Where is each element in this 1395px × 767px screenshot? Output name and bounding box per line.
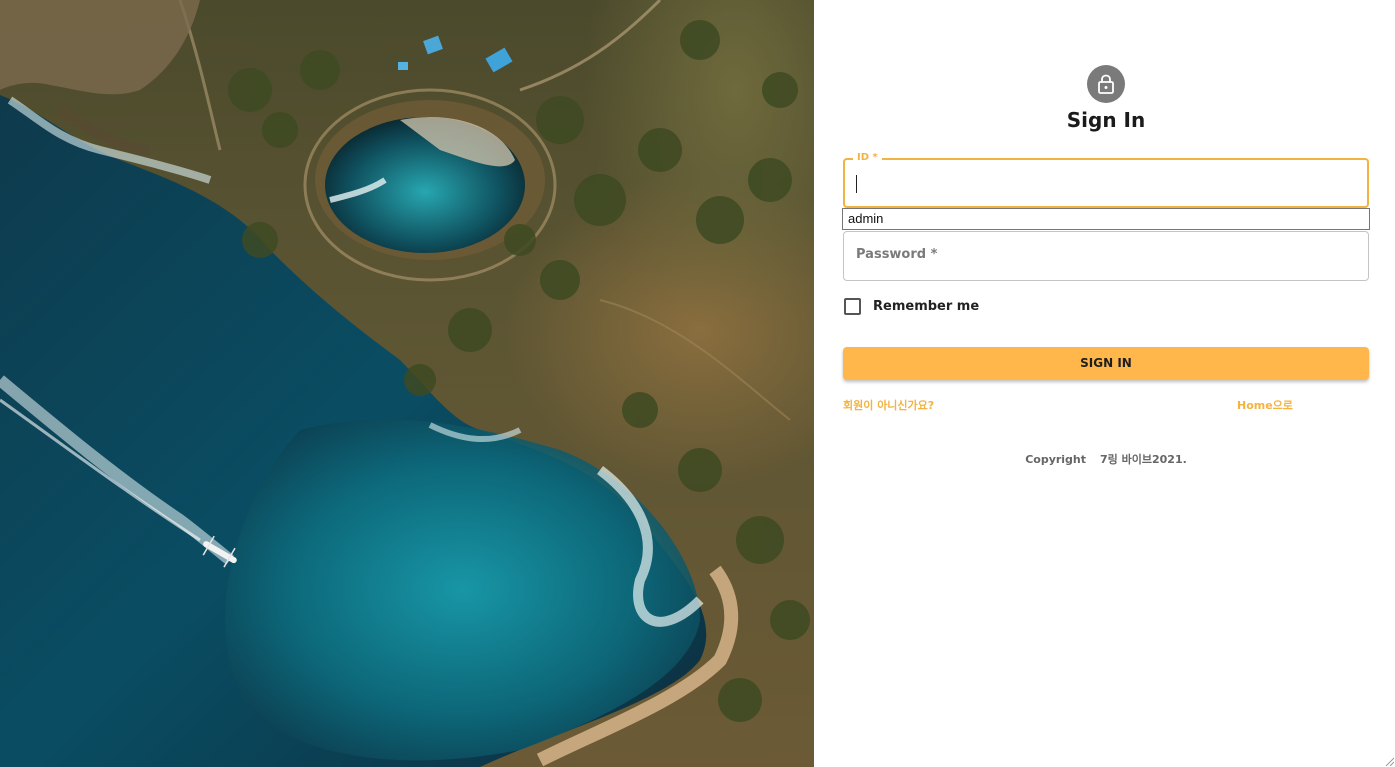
id-field-label: ID * — [853, 152, 882, 164]
password-field-label: Password * — [856, 247, 938, 262]
lock-avatar — [1087, 65, 1125, 103]
remember-me-checkbox[interactable] — [844, 298, 861, 315]
password-field[interactable]: Password * — [843, 231, 1369, 281]
copyright-text: 7링 바이브2021. — [1100, 453, 1187, 466]
sign-in-button[interactable]: SIGN IN — [843, 347, 1369, 380]
autocomplete-suggestion[interactable]: admin — [842, 208, 1370, 230]
coastline-illustration — [0, 0, 810, 767]
remember-me-label: Remember me — [873, 299, 980, 314]
copyright-prefix: Copyright — [1025, 453, 1087, 466]
page-title: Sign In — [1066, 108, 1146, 132]
sign-in-panel: Sign In ID * admin Password * Remember m… — [814, 0, 1395, 767]
signup-link[interactable]: 회원이 아니신가요? — [843, 397, 934, 413]
copyright: Copyright 7링 바이브2021. — [814, 451, 1395, 467]
id-field[interactable]: ID * — [843, 152, 1369, 208]
aerial-coast-image — [0, 0, 814, 767]
sign-in-page: Sign In ID * admin Password * Remember m… — [0, 0, 1395, 767]
home-link[interactable]: Home으로 — [1237, 397, 1293, 413]
lock-icon — [1098, 74, 1114, 94]
remember-me[interactable]: Remember me — [844, 298, 979, 315]
resize-grip-icon[interactable] — [1384, 756, 1394, 766]
text-caret — [856, 175, 857, 193]
